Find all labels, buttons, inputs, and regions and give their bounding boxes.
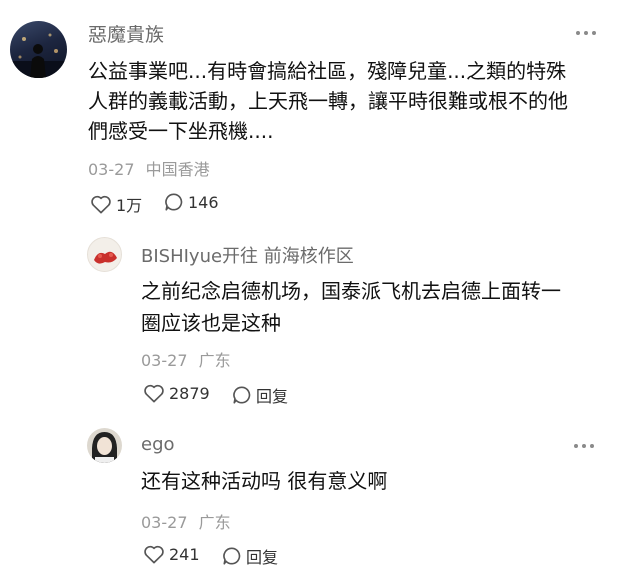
like-button[interactable]: 241 (143, 544, 200, 564)
like-button[interactable]: 1万 (90, 192, 142, 216)
reply-location: 广东 (198, 351, 231, 370)
comment-text-line: 人群的義載活動，上天飛一轉，讓平時很難或根不的他 (88, 89, 568, 113)
more-options-button[interactable] (576, 31, 596, 35)
reply-count: 146 (188, 192, 219, 212)
reply-text-line: 圈应该也是这种 (141, 311, 281, 335)
reply-text: 之前纪念启德机场，国泰派飞机去启德上面转一 圈应该也是这种 (141, 275, 601, 339)
avatar[interactable] (87, 237, 122, 272)
reply-button[interactable]: 回复 (222, 544, 278, 568)
comment-text-line: 們感受一下坐飛機.... (88, 119, 274, 143)
avatar-image (92, 432, 117, 463)
like-button[interactable]: 2879 (143, 383, 210, 403)
reply-username[interactable]: ego (141, 434, 175, 455)
heart-icon (144, 384, 164, 403)
more-dots-icon (574, 444, 578, 448)
reply-text: 还有这种活动吗 很有意义啊 (141, 466, 601, 496)
reply-label: 回复 (256, 387, 289, 406)
avatar-image (10, 33, 67, 78)
like-count: 241 (169, 544, 200, 564)
reply-date: 03-27 (141, 513, 188, 532)
comment-bubble-icon (165, 193, 183, 211)
reply-location: 广东 (198, 513, 231, 532)
reply-text-line: 之前纪念启德机场，国泰派飞机去启德上面转一 (141, 279, 561, 303)
comment-text: 公益事業吧...有時會搞給社區，殘障兒童...之類的特殊 人群的義載活動，上天飛… (88, 56, 608, 146)
comment-date: 03-27 (88, 160, 135, 179)
comment-bubble-icon (233, 386, 251, 404)
comment-text-line: 公益事業吧...有時會搞給社區，殘障兒童...之類的特殊 (88, 59, 567, 83)
reply-date: 03-27 (141, 351, 188, 370)
comment-location: 中国香港 (145, 160, 210, 179)
more-dots-icon (576, 31, 580, 35)
like-count: 2879 (169, 383, 210, 403)
avatar[interactable] (87, 428, 122, 463)
comment-username[interactable]: 惡魔貴族 (88, 20, 164, 47)
comment-bubble-icon (223, 547, 241, 565)
comment-meta: 03-27 中国香港 (88, 156, 210, 180)
reply-meta: 03-27 广东 (141, 347, 231, 371)
reply-button[interactable]: 回复 (232, 383, 288, 407)
reply-meta: 03-27 广东 (141, 509, 231, 533)
reply-text-line: 还有这种活动吗 很有意义啊 (141, 469, 388, 493)
like-count: 1万 (116, 196, 143, 215)
avatar-image (94, 251, 117, 264)
avatar[interactable] (10, 21, 67, 78)
reply-username[interactable]: BISHIyue开往 前海核作区 (141, 242, 354, 268)
reply-label: 回复 (246, 548, 279, 567)
more-options-button[interactable] (574, 444, 594, 448)
heart-icon (91, 195, 111, 214)
heart-icon (144, 545, 164, 564)
reply-count-button[interactable]: 146 (164, 192, 219, 212)
